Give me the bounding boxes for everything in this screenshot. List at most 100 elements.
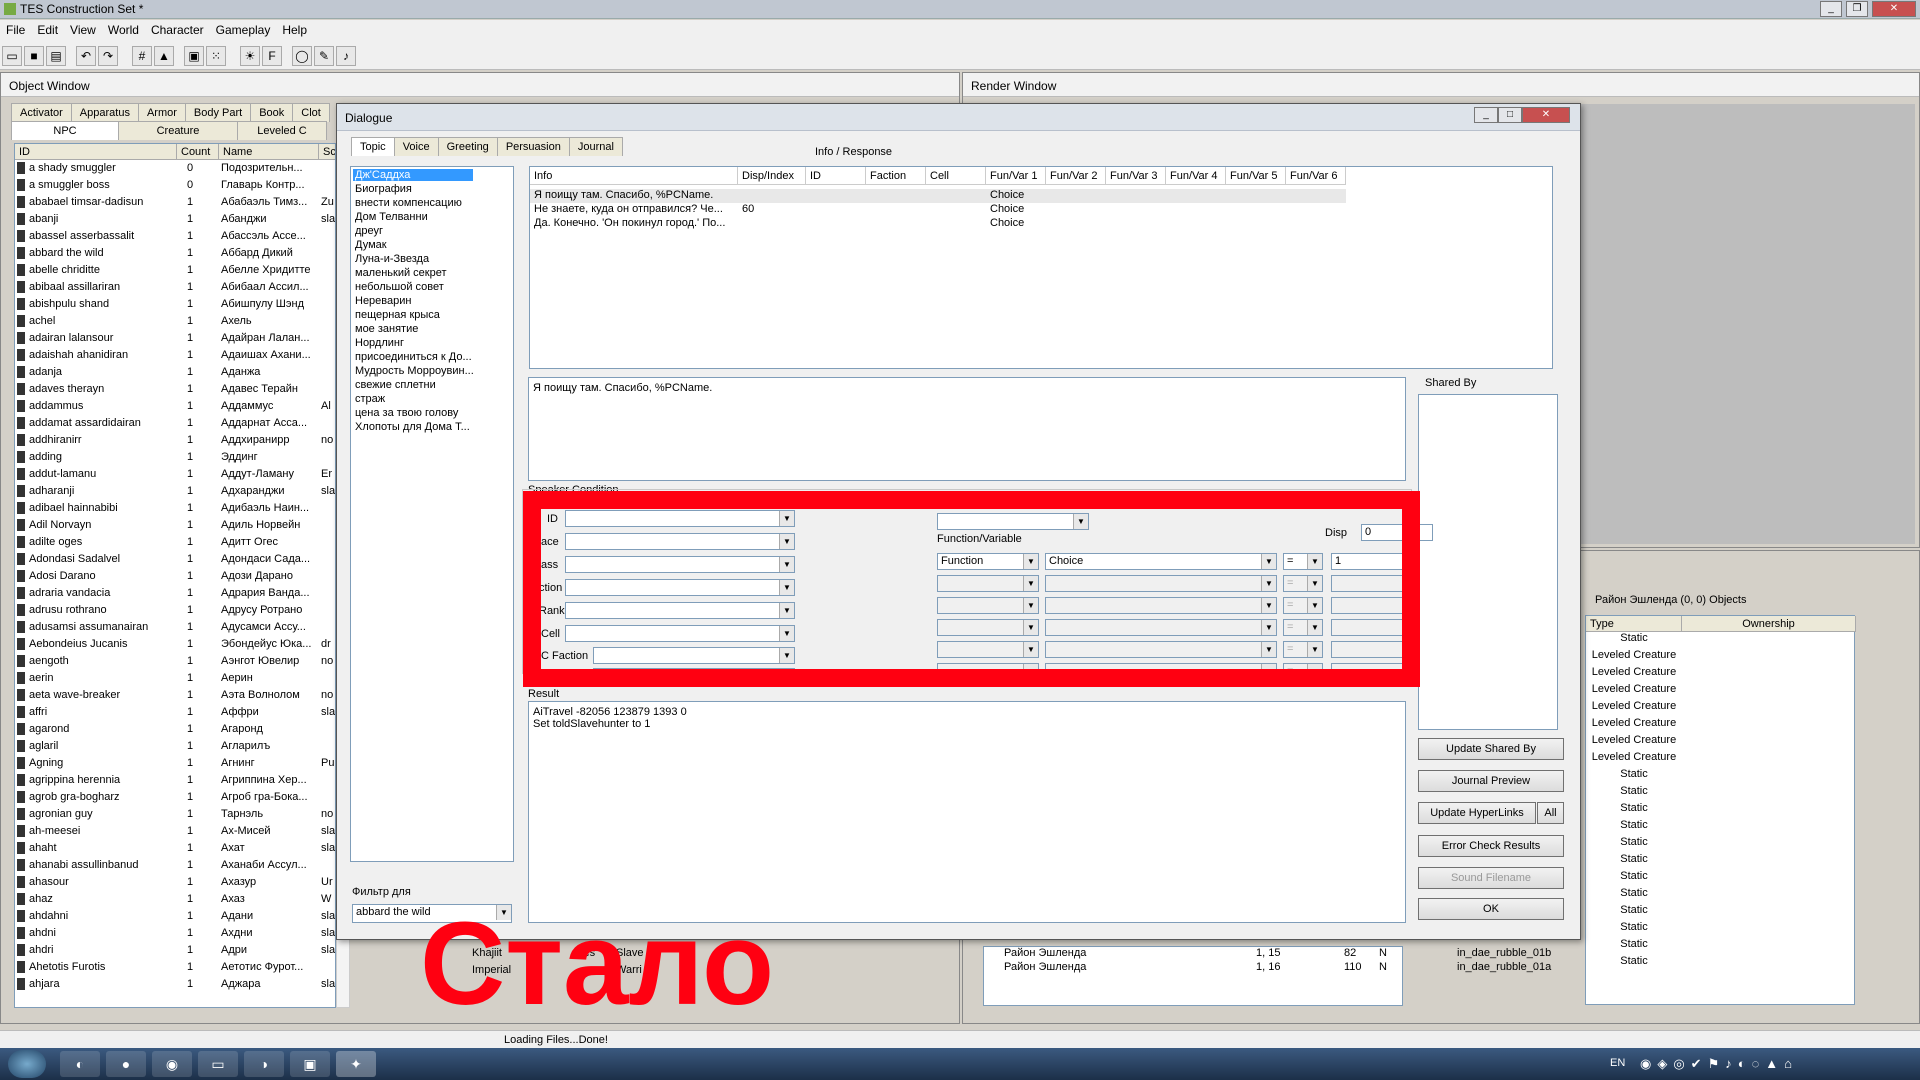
table-row[interactable]: Adosi Darano 1 Адози Дарано [15,568,335,585]
tab-greeting[interactable]: Greeting [437,137,498,156]
tab-leveled-creature[interactable]: Leveled C [237,121,327,140]
tab-activator[interactable]: Activator [11,103,72,122]
table-row[interactable]: agronian guy 1 Тарнэль no [15,806,335,823]
topic-item[interactable]: Мудрость Морроувин... [355,365,474,377]
table-row[interactable]: ababael timsar-dadisun 1 Абабаэль Тимз... Z… [15,194,335,211]
table-row[interactable]: a smuggler boss 0 Главарь Контр... [15,177,335,194]
table-row[interactable]: ahasour 1 Ахазур Ur [15,874,335,891]
topic-item[interactable]: свежие сплетни [355,379,436,391]
table-row[interactable]: ahjara 1 Аджара slaveScript [15,976,335,993]
open-icon[interactable]: ▭ [2,46,22,66]
info-grid[interactable]: Info Disp/Index ID Faction Cell Fun/Var 1 Fun/… [529,166,1553,369]
table-row[interactable]: aeta wave-breaker 1 Аэта Волнолом no [15,687,335,704]
topic-item[interactable]: небольшой совет [355,281,444,293]
table-row[interactable]: ahdri 1 Адри slaveScript [15,942,335,959]
landscape-icon[interactable]: ▣ [184,46,204,66]
grid-col-header[interactable]: Fun/Var 4 [1166,167,1226,185]
grid-col-header[interactable]: Fun/Var 5 [1226,167,1286,185]
grid-row[interactable]: Да. Конечно. 'Он покинул город.' По... Ch… [530,217,1346,231]
topic-item[interactable]: Дом Телванни [355,211,428,223]
table-row[interactable]: abibaal assillariran 1 Абибаал Ассил... [15,279,335,296]
col-count[interactable]: Count [177,144,219,160]
table-row[interactable]: abassel asserbassalit 1 Абассэль Ассе... [15,228,335,245]
fog-icon[interactable]: F [262,46,282,66]
table-row[interactable]: adaves therayn 1 Адавес Терайн [15,381,335,398]
journal-preview-button[interactable]: Journal Preview [1418,770,1564,792]
save-icon[interactable]: ■ [24,46,44,66]
table-row[interactable]: abanji 1 Абанджи sla [15,211,335,228]
col-name[interactable]: Name [219,144,319,160]
grid-col-header[interactable]: Info [530,167,738,185]
table-row[interactable]: Agning 1 Агнинг Pu [15,755,335,772]
response-text[interactable]: Я поищу там. Спасибо, %PCName. [528,377,1406,481]
grid-col-header[interactable]: Fun/Var 1 [986,167,1046,185]
table-row[interactable]: aglaril 1 Агларилъ [15,738,335,755]
dialogue-minimize-button[interactable]: _ [1474,107,1498,123]
grid-col-header[interactable]: Fun/Var 2 [1046,167,1106,185]
cell-objects-list[interactable]: Type Ownership Static Leveled Creature Lev… [1585,615,1856,1005]
col-script[interactable]: Sc [319,144,335,160]
light-icon[interactable]: ☀ [240,46,260,66]
table-row[interactable]: addhiranirr 1 Аддхиранирр no [15,432,335,449]
table-row[interactable]: aengoth 1 Аэнгот Ювелир no [15,653,335,670]
dialogue-icon[interactable]: ◯ [292,46,312,66]
table-row[interactable]: adding 1 Эддинг [15,449,335,466]
result-script[interactable]: AiTravel -82056 123879 1393 0 Set toldSl… [528,701,1406,923]
table-row[interactable]: aerin 1 Аерин [15,670,335,687]
ok-button[interactable]: OK [1418,898,1564,920]
table-row[interactable]: adaishah ahanidiran 1 Адаишах Ахани... [15,347,335,364]
table-row[interactable]: addut-lamanu 1 Аддут-Ламану Er [15,466,335,483]
close-button[interactable]: ✕ [1872,1,1916,17]
tab-body-part[interactable]: Body Part [184,103,252,122]
table-row[interactable]: adilte oges 1 Адитт Огес [15,534,335,551]
menu-world[interactable]: World [102,20,145,40]
sound-icon[interactable]: ♪ [336,46,356,66]
grid-col-header[interactable]: Cell [926,167,986,185]
topic-item[interactable]: Дж'Саддха [353,169,473,181]
table-row[interactable]: a shady smuggler 0 Подозрительн... [15,160,335,177]
grid-col-header[interactable]: Disp/Index [738,167,806,185]
table-row[interactable]: adibael hainnabibi 1 Адибаэль Наин... [15,500,335,517]
redo-icon[interactable]: ↷ [98,46,118,66]
topic-item[interactable]: маленький секрет [355,267,447,279]
grid-col-header[interactable]: Fun/Var 3 [1106,167,1166,185]
topic-item[interactable]: Биография [355,183,412,195]
menu-help[interactable]: Help [276,20,313,40]
grid-icon[interactable]: # [132,46,152,66]
table-row[interactable]: achel 1 Ахель [15,313,335,330]
menu-view[interactable]: View [64,20,102,40]
preferences-icon[interactable]: ▤ [46,46,66,66]
col-ownership[interactable]: Ownership [1682,616,1856,632]
tab-journal[interactable]: Journal [568,137,623,156]
grid-col-header[interactable]: Faction [866,167,926,185]
script-icon[interactable]: ✎ [314,46,334,66]
taskbar-app-icon[interactable]: ◑ [244,1051,284,1077]
table-row[interactable]: Aebondeius Jucanis 1 Эбондейус Юка... dr [15,636,335,653]
tab-book[interactable]: Book [250,103,294,122]
table-row[interactable]: agrob gra-bogharz 1 Агроб гра-Бока... [15,789,335,806]
table-row[interactable]: abbard the wild 1 Аббард Дикий [15,245,335,262]
table-row[interactable]: adharanji 1 Адхаранджи sla [15,483,335,500]
cell-list[interactable]: Район Эшленда 1, 15 82 N Район Эшленда 1… [983,946,1403,1006]
chrome-icon[interactable]: ◉ [152,1051,192,1077]
construction-set-task[interactable]: ✦ [336,1051,376,1077]
table-row[interactable]: ahdni 1 Ахдни sla [15,925,335,942]
table-row[interactable]: ahanabi assullinbanud 1 Аханаби Ассул... [15,857,335,874]
topic-item[interactable]: присоединиться к До... [355,351,472,363]
grid-row[interactable]: Не знаете, куда он отправился? Че... 60 Ch… [530,203,1346,217]
topic-item[interactable]: внести компенсацию [355,197,462,209]
table-row[interactable]: ah-meesei 1 Ах-Мисей sla [15,823,335,840]
tab-npc[interactable]: NPC [11,121,119,140]
col-type[interactable]: Type [1586,616,1682,632]
language-indicator[interactable]: EN [1610,1057,1625,1069]
update-shared-by-button[interactable]: Update Shared By [1418,738,1564,760]
table-row[interactable]: adusamsi assumanairan 1 Адусамси Ассу... [15,619,335,636]
markers-icon[interactable]: ⁙ [206,46,226,66]
table-row[interactable]: ahdahni 1 Адани sla [15,908,335,925]
undo-icon[interactable]: ↶ [76,46,96,66]
all-button[interactable]: All [1537,802,1564,824]
maximize-button[interactable]: ❐ [1846,1,1868,17]
table-row[interactable]: adraria vandacia 1 Адрария Ванда... [15,585,335,602]
topic-item[interactable]: Хлопоты для Дома Т... [355,421,470,433]
explorer-icon[interactable]: ▭ [198,1051,238,1077]
